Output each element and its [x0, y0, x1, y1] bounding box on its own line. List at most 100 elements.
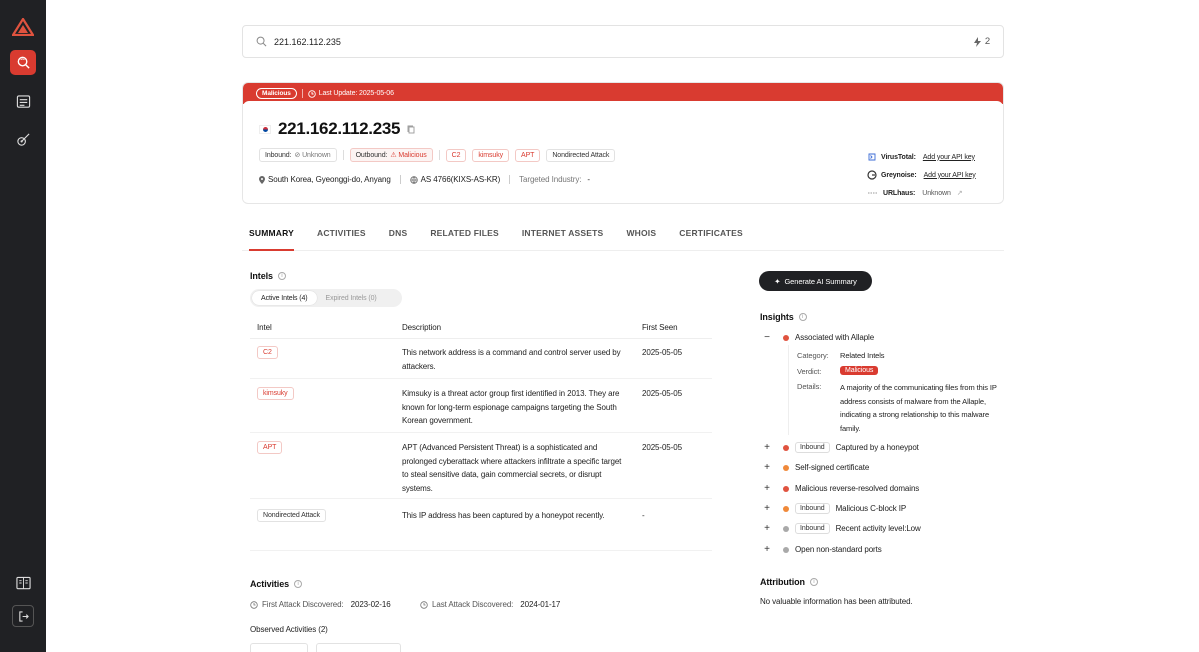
- severity-dot: [783, 485, 789, 492]
- radar-icon: [16, 133, 30, 146]
- info-icon[interactable]: i: [277, 272, 286, 280]
- tab-whois[interactable]: WHOIS: [626, 222, 656, 251]
- sparkle-icon: ✦: [774, 276, 781, 286]
- intels-table: Intel Description First Seen C2 This net…: [250, 316, 712, 551]
- activities-title: Activities i: [250, 579, 303, 589]
- insight-item[interactable]: + Inbound Captured by a honeypot: [760, 442, 919, 453]
- collapse-icon[interactable]: −: [760, 332, 774, 343]
- radar-nav-button[interactable]: [10, 127, 36, 152]
- insight-item[interactable]: + Self-signed certificate: [760, 462, 869, 473]
- tab-activities[interactable]: ACTIVITIES: [317, 222, 366, 251]
- attribution-text: No valuable information has been attribu…: [760, 597, 913, 606]
- asn[interactable]: AS 4766(KIXS-AS-KR): [409, 175, 500, 184]
- expand-icon[interactable]: +: [760, 483, 774, 494]
- last-attack: Last Attack Discovered: 2024-01-17: [420, 600, 560, 609]
- severity-dot: [783, 334, 789, 341]
- tab-related-files[interactable]: RELATED FILES: [430, 222, 499, 251]
- tag-nondirected[interactable]: Nondirected Attack: [546, 148, 616, 162]
- inbound-badge: Inbound: [795, 442, 830, 453]
- search-input[interactable]: [274, 34, 874, 50]
- list-nav-button[interactable]: [10, 89, 36, 114]
- tag-kimsuky[interactable]: kimsuky: [472, 148, 510, 162]
- attribution-title: Attribution i: [760, 577, 818, 587]
- pin-icon: [259, 175, 265, 184]
- tag-apt[interactable]: APT: [515, 148, 541, 162]
- greynoise-icon: [867, 170, 877, 180]
- intel-tag[interactable]: Nondirected Attack: [257, 509, 326, 522]
- intel-tag[interactable]: kimsuky: [257, 387, 294, 400]
- result-count-value: 2: [984, 36, 990, 47]
- outbound-tag: Outbound: ⚠ Malicious: [349, 148, 433, 162]
- korea-flag-icon: [259, 124, 271, 134]
- expand-icon[interactable]: +: [760, 442, 774, 453]
- last-update: Last Update: 2025-05-06: [318, 90, 394, 97]
- clock-icon: [307, 89, 316, 98]
- insight-item[interactable]: − Associated with Allaple: [760, 332, 874, 343]
- info-icon[interactable]: i: [798, 313, 807, 321]
- greynoise-api-link[interactable]: Add your API key: [924, 172, 976, 179]
- result-count: 2: [973, 36, 990, 47]
- tab-internet-assets[interactable]: INTERNET ASSETS: [522, 222, 604, 251]
- logout-icon: [18, 610, 29, 622]
- search-bar: 2: [242, 25, 1004, 58]
- insight-item[interactable]: + Malicious reverse-resolved domains: [760, 483, 919, 494]
- activity-chip[interactable]: [250, 643, 308, 652]
- inbound-badge: Inbound: [795, 503, 830, 514]
- intels-title: Intels i: [250, 271, 286, 281]
- severity-dot: [783, 546, 789, 553]
- logout-button[interactable]: [12, 605, 34, 627]
- inbound-tag: Inbound: ⊘ Unknown: [259, 148, 337, 162]
- expand-icon[interactable]: +: [760, 523, 774, 534]
- expand-icon[interactable]: +: [760, 503, 774, 514]
- tab-dns[interactable]: DNS: [389, 222, 408, 251]
- table-row: C2 This network address is a command and…: [250, 339, 712, 379]
- logo-icon[interactable]: [12, 18, 34, 36]
- intel-tag[interactable]: APT: [257, 441, 283, 454]
- book-icon: [15, 576, 31, 590]
- ip-summary-card: Malicious Last Update: 2025-05-06 221.16…: [242, 82, 1004, 204]
- active-intels-option[interactable]: Active Intels (4): [252, 291, 317, 305]
- tab-bar: SUMMARY ACTIVITIES DNS RELATED FILES INT…: [242, 222, 1004, 251]
- tag-c2[interactable]: C2: [445, 148, 467, 162]
- virustotal-icon: [868, 153, 876, 161]
- sidebar: [0, 0, 46, 652]
- inbound-badge: Inbound: [795, 523, 830, 534]
- external-link-icon[interactable]: ↗: [957, 189, 963, 197]
- clock-icon: [420, 600, 428, 609]
- info-icon[interactable]: i: [294, 580, 303, 588]
- table-row: kimsuky Kimsuky is a threat actor group …: [250, 379, 712, 433]
- threat-feeds: VirusTotal: Add your API key Greynoise: …: [867, 148, 1003, 202]
- insight-item[interactable]: + Inbound Malicious C-block IP: [760, 503, 906, 514]
- expand-icon[interactable]: +: [760, 544, 774, 555]
- first-attack: First Attack Discovered: 2023-02-16: [250, 600, 391, 609]
- clock-icon: [250, 600, 258, 609]
- insight-item[interactable]: + Open non-standard ports: [760, 544, 882, 555]
- activity-chip[interactable]: [316, 643, 401, 652]
- docs-nav-button[interactable]: [12, 572, 34, 594]
- table-header: Intel Description First Seen: [250, 316, 712, 339]
- tab-certificates[interactable]: CERTIFICATES: [679, 222, 743, 251]
- copy-icon[interactable]: [407, 125, 415, 134]
- search-refresh-icon: [17, 56, 30, 69]
- virustotal-api-link[interactable]: Add your API key: [923, 154, 975, 161]
- generate-ai-summary-button[interactable]: ✦ Generate AI Summary: [759, 271, 872, 291]
- severity-dot: [783, 464, 789, 471]
- intel-tag[interactable]: C2: [257, 346, 278, 359]
- expired-intels-option[interactable]: Expired Intels (0): [317, 291, 386, 305]
- search-icon: [256, 36, 267, 47]
- table-row: Nondirected Attack This IP address has b…: [250, 499, 712, 551]
- expand-icon[interactable]: +: [760, 462, 774, 473]
- verdict-badge: Malicious: [256, 88, 297, 99]
- info-icon[interactable]: i: [809, 578, 818, 586]
- list-icon: [16, 95, 30, 108]
- insight-item[interactable]: + Inbound Recent activity level:Low: [760, 523, 921, 534]
- globe-icon: [409, 175, 418, 184]
- tab-summary[interactable]: SUMMARY: [249, 222, 294, 251]
- observed-activities: Observed Activities (2): [250, 625, 328, 634]
- urlhaus-icon: [868, 192, 878, 194]
- verdict-badge: Malicious: [840, 366, 879, 375]
- intels-toggle: Active Intels (4) Expired Intels (0): [250, 289, 402, 307]
- industry-value: -: [587, 175, 590, 184]
- industry-label: Targeted Industry:: [519, 175, 582, 184]
- search-nav-button[interactable]: [10, 50, 36, 75]
